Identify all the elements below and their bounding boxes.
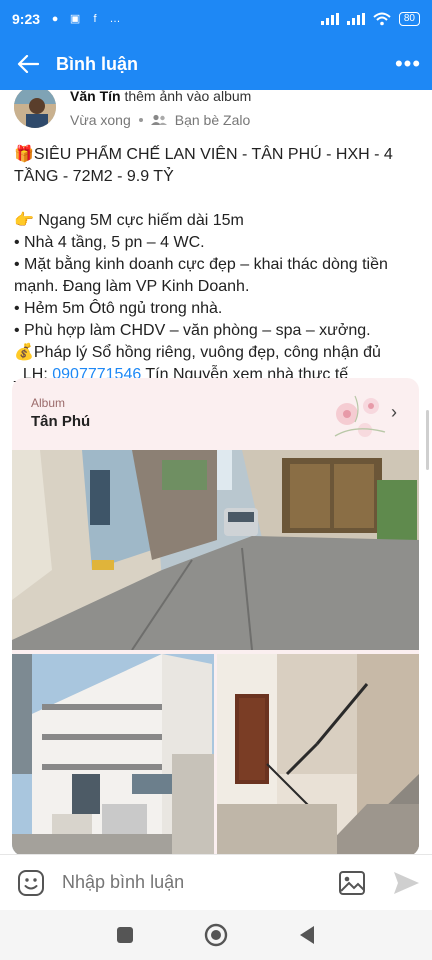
album-header[interactable]: Album Tân Phú ›	[12, 378, 419, 450]
album-label: Album	[31, 396, 66, 410]
album-photo-building[interactable]	[12, 654, 214, 854]
scrollbar[interactable]	[426, 410, 429, 470]
post-meta: Vừa xong Bạn bè Zalo	[70, 112, 250, 128]
post-line: 💰Pháp lý Sổ hồng riêng, vuông đẹp, công …	[14, 344, 381, 361]
post-action: thêm ảnh vào album	[120, 90, 252, 104]
post-line: • Phù hợp làm CHDV – văn phòng – spa – x…	[14, 322, 371, 339]
image-icon[interactable]	[324, 870, 380, 896]
facebook-icon: f	[93, 13, 97, 25]
post-content: Văn Tín thêm ảnh vào album Vừa xong Bạn …	[0, 90, 432, 854]
friends-icon	[150, 114, 167, 125]
more-options-icon[interactable]: •••	[384, 38, 432, 90]
post-line: • Mặt bằng kinh doanh cực đẹp – khai thá…	[14, 256, 388, 295]
post-header: Văn Tín thêm ảnh vào album Vừa xong Bạn …	[0, 90, 432, 136]
emoji-icon[interactable]	[0, 869, 62, 897]
author-name[interactable]: Văn Tín	[70, 90, 121, 104]
post-line: • Nhà 4 tầng, 5 pn – 4 WC.	[14, 234, 205, 251]
back-triangle-icon[interactable]	[298, 925, 316, 945]
messenger-icon: ●	[51, 13, 59, 25]
post-audience: Bạn bè Zalo	[174, 112, 251, 128]
post-line: 👉 Ngang 5M cực hiếm dài 15m	[14, 212, 244, 229]
recent-apps-icon[interactable]	[116, 926, 134, 944]
avatar[interactable]	[12, 90, 58, 130]
album-photo-stairs[interactable]	[217, 654, 419, 854]
send-icon[interactable]	[380, 870, 432, 896]
page-title: Bình luận	[56, 53, 138, 74]
back-arrow-icon[interactable]	[0, 38, 56, 90]
comment-bar	[0, 854, 432, 910]
status-time: 9:23	[12, 11, 41, 27]
signal-2-icon	[346, 13, 365, 25]
album-photo-alley[interactable]	[12, 450, 419, 650]
status-bar: 9:23 ● ▣ f … 80	[0, 0, 432, 38]
battery-indicator: 80	[398, 12, 420, 26]
flower-decoration-icon	[334, 395, 386, 437]
post-time: Vừa xong	[70, 112, 131, 128]
album-card[interactable]: Album Tân Phú ›	[12, 378, 419, 854]
app-header: Bình luận •••	[0, 38, 432, 90]
chevron-right-icon: ›	[391, 402, 397, 422]
album-name: Tân Phú	[31, 413, 91, 430]
comment-input[interactable]	[62, 872, 324, 893]
system-nav-bar	[0, 910, 432, 960]
wifi-icon	[373, 12, 391, 26]
home-icon[interactable]	[204, 923, 228, 947]
signal-icon	[320, 13, 339, 25]
post-line: 🎁SIÊU PHẨM CHẾ LAN VIÊN - TÂN PHÚ - HXH …	[14, 146, 393, 185]
more-notifications-icon: …	[109, 13, 121, 25]
separator-dot	[138, 118, 143, 122]
post-line: • Hẻm 5m Ôtô ngủ trong nhà.	[14, 300, 223, 317]
zalo-icon: ▣	[69, 13, 81, 25]
post-text: 🎁SIÊU PHẨM CHẾ LAN VIÊN - TÂN PHÚ - HXH …	[0, 136, 432, 386]
author-line: Văn Tín thêm ảnh vào album	[70, 90, 251, 104]
